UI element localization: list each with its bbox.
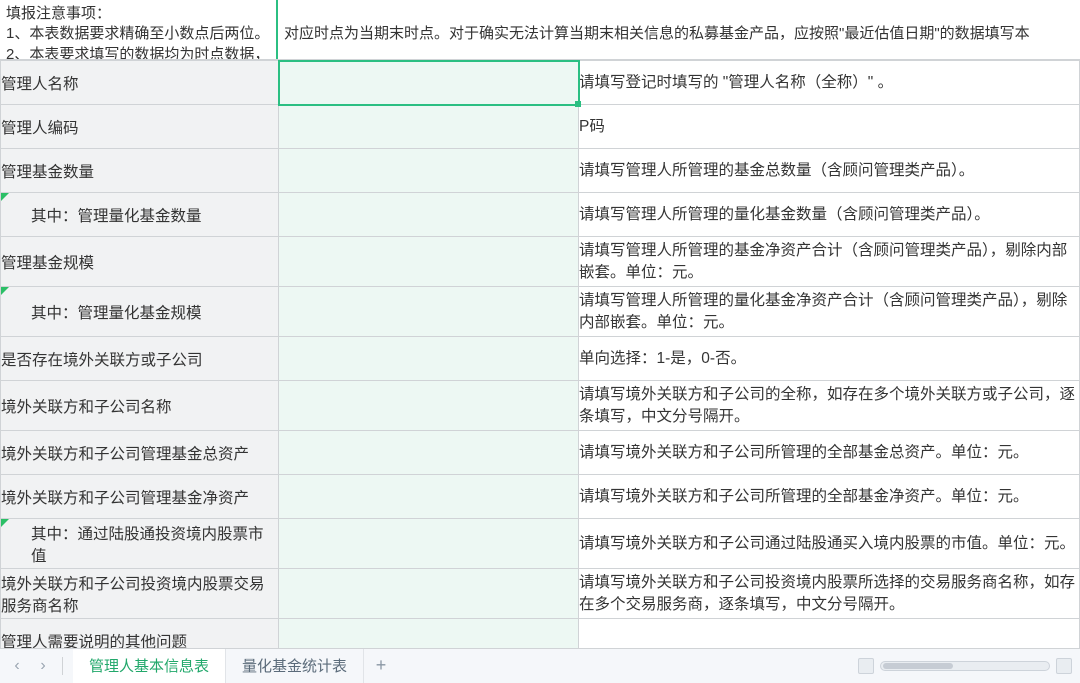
field-input[interactable] [279,193,579,237]
form-row: 境外关联方和子公司投资境内股票交易服务商名称 请填写境外关联方和子公司投资境内股票… [1,569,1080,619]
form-row: 境外关联方和子公司名称 请填写境外关联方和子公司的全称，如存在多个境外关联方或子公… [1,381,1080,431]
form-row: 管理人需要说明的其他问题 [1,619,1080,648]
field-hint: 单向选择：1-是，0-否。 [579,337,1080,381]
field-label: 境外关联方和子公司管理基金总资产 [1,431,279,475]
field-input[interactable] [279,519,579,569]
form-row: 管理人编码 P码 [1,105,1080,149]
add-sheet-button[interactable]: + [364,649,398,683]
field-hint: 请填写登记时填写的 "管理人名称（全称）" 。 [579,61,1080,105]
tab-nav-next[interactable]: › [30,653,56,679]
horizontal-scroll [850,649,1080,683]
form-row: 管理人名称 请填写登记时填写的 "管理人名称（全称）" 。 [1,61,1080,105]
field-label-text: 管理人名称 [1,76,79,93]
hscroll-right-button[interactable] [1056,658,1072,674]
field-label-text: 境外关联方和子公司管理基金总资产 [1,446,249,463]
field-hint: 请填写管理人所管理的量化基金数量（含顾问管理类产品）。 [579,193,1080,237]
field-hint: 请填写管理人所管理的量化基金净资产合计（含顾问管理类产品），剔除内部嵌套。单位：… [579,287,1080,337]
form-table: 管理人名称请填写登记时填写的 "管理人名称（全称）" 。管理人编码P码管理基金数… [0,60,1080,648]
notice-line-2: 2、本表要求填写的数据均为时点数据， [6,46,269,60]
field-label: 其中：管理量化基金数量 [1,193,279,237]
notice-left: 填报注意事项： 1、本表数据要求精确至小数点后两位。 2、本表要求填写的数据均为… [0,0,278,59]
field-input[interactable] [279,475,579,519]
form-row: 管理基金规模 请填写管理人所管理的基金净资产合计（含顾问管理类产品），剔除内部嵌套… [1,237,1080,287]
field-label: 其中：通过陆股通投资境内股票市值 [1,519,279,569]
field-input[interactable] [279,149,579,193]
field-label-text: 是否存在境外关联方或子公司 [1,352,203,369]
field-label-text: 管理基金数量 [1,164,94,181]
field-input[interactable] [279,569,579,619]
field-label-text: 其中：管理量化基金规模 [1,301,202,323]
sheet-tabs: 管理人基本信息表量化基金统计表 [73,649,364,683]
field-hint: 请填写境外关联方和子公司通过陆股通买入境内股票的市值。单位：元。 [579,519,1080,569]
notice-title: 填报注意事项： [6,5,111,22]
notice-right: 对应时点为当期末时点。对于确实无法计算当期末相关信息的私募基金产品，应按照"最近… [278,0,1080,59]
field-label: 管理基金数量 [1,149,279,193]
field-input[interactable] [279,237,579,287]
field-input[interactable] [279,287,579,337]
field-input[interactable] [279,105,579,149]
hscroll-left-button[interactable] [858,658,874,674]
field-label: 管理基金规模 [1,237,279,287]
field-label: 管理人需要说明的其他问题 [1,619,279,648]
sheet-tab[interactable]: 量化基金统计表 [226,649,364,683]
field-hint: 请填写境外关联方和子公司所管理的全部基金净资产。单位：元。 [579,475,1080,519]
field-hint [579,619,1080,648]
field-label-text: 管理基金规模 [1,255,94,272]
spreadsheet-grid[interactable]: 填报注意事项： 1、本表数据要求精确至小数点后两位。 2、本表要求填写的数据均为… [0,0,1080,648]
sheet-tab-bar: ‹ › 管理人基本信息表量化基金统计表 + [0,648,1080,683]
notice-line-1: 1、本表数据要求精确至小数点后两位。 [6,25,269,42]
field-hint: 请填写境外关联方和子公司投资境内股票所选择的交易服务商名称，如存在多个交易服务商… [579,569,1080,619]
field-input[interactable] [279,61,579,105]
form-row: 管理基金数量 请填写管理人所管理的基金总数量（含顾问管理类产品）。 [1,149,1080,193]
field-hint: P码 [579,105,1080,149]
tab-nav-prev[interactable]: ‹ [4,653,30,679]
field-label: 境外关联方和子公司投资境内股票交易服务商名称 [1,569,279,619]
field-label-text: 其中：管理量化基金数量 [1,204,202,226]
form-row: 是否存在境外关联方或子公司 单向选择：1-是，0-否。 [1,337,1080,381]
hscroll-thumb[interactable] [883,663,953,669]
field-label: 境外关联方和子公司管理基金净资产 [1,475,279,519]
field-label: 是否存在境外关联方或子公司 [1,337,279,381]
hscroll-track[interactable] [880,661,1050,671]
field-hint: 请填写境外关联方和子公司所管理的全部基金总资产。单位：元。 [579,431,1080,475]
field-label-text: 管理人编码 [1,120,79,137]
form-row: 其中：管理量化基金数量 请填写管理人所管理的量化基金数量（含顾问管理类产品）。 [1,193,1080,237]
field-input[interactable] [279,619,579,648]
field-hint: 请填写管理人所管理的基金总数量（含顾问管理类产品）。 [579,149,1080,193]
field-hint: 请填写境外关联方和子公司的全称，如存在多个境外关联方或子公司，逐条填写，中文分号… [579,381,1080,431]
tab-nav: ‹ › [0,649,73,683]
form-row: 其中：管理量化基金规模 请填写管理人所管理的量化基金净资产合计（含顾问管理类产品）… [1,287,1080,337]
field-input[interactable] [279,431,579,475]
field-input[interactable] [279,337,579,381]
field-label-text: 其中：通过陆股通投资境内股票市值 [1,522,278,566]
tab-nav-separator [62,657,63,675]
field-hint: 请填写管理人所管理的基金净资产合计（含顾问管理类产品），剔除内部嵌套。单位：元。 [579,237,1080,287]
field-label: 其中：管理量化基金规模 [1,287,279,337]
field-label: 境外关联方和子公司名称 [1,381,279,431]
field-label-text: 管理人需要说明的其他问题 [1,634,187,648]
form-row: 其中：通过陆股通投资境内股票市值 请填写境外关联方和子公司通过陆股通买入境内股票的… [1,519,1080,569]
field-label: 管理人名称 [1,61,279,105]
form-row: 境外关联方和子公司管理基金净资产 请填写境外关联方和子公司所管理的全部基金净资产。… [1,475,1080,519]
field-label-text: 境外关联方和子公司管理基金净资产 [1,490,249,507]
form-row: 境外关联方和子公司管理基金总资产 请填写境外关联方和子公司所管理的全部基金总资产。… [1,431,1080,475]
sheet-tab[interactable]: 管理人基本信息表 [73,649,226,683]
notice-row: 填报注意事项： 1、本表数据要求精确至小数点后两位。 2、本表要求填写的数据均为… [0,0,1080,60]
field-label-text: 境外关联方和子公司投资境内股票交易服务商名称 [1,576,265,615]
field-label: 管理人编码 [1,105,279,149]
field-label-text: 境外关联方和子公司名称 [1,399,172,416]
field-input[interactable] [279,381,579,431]
